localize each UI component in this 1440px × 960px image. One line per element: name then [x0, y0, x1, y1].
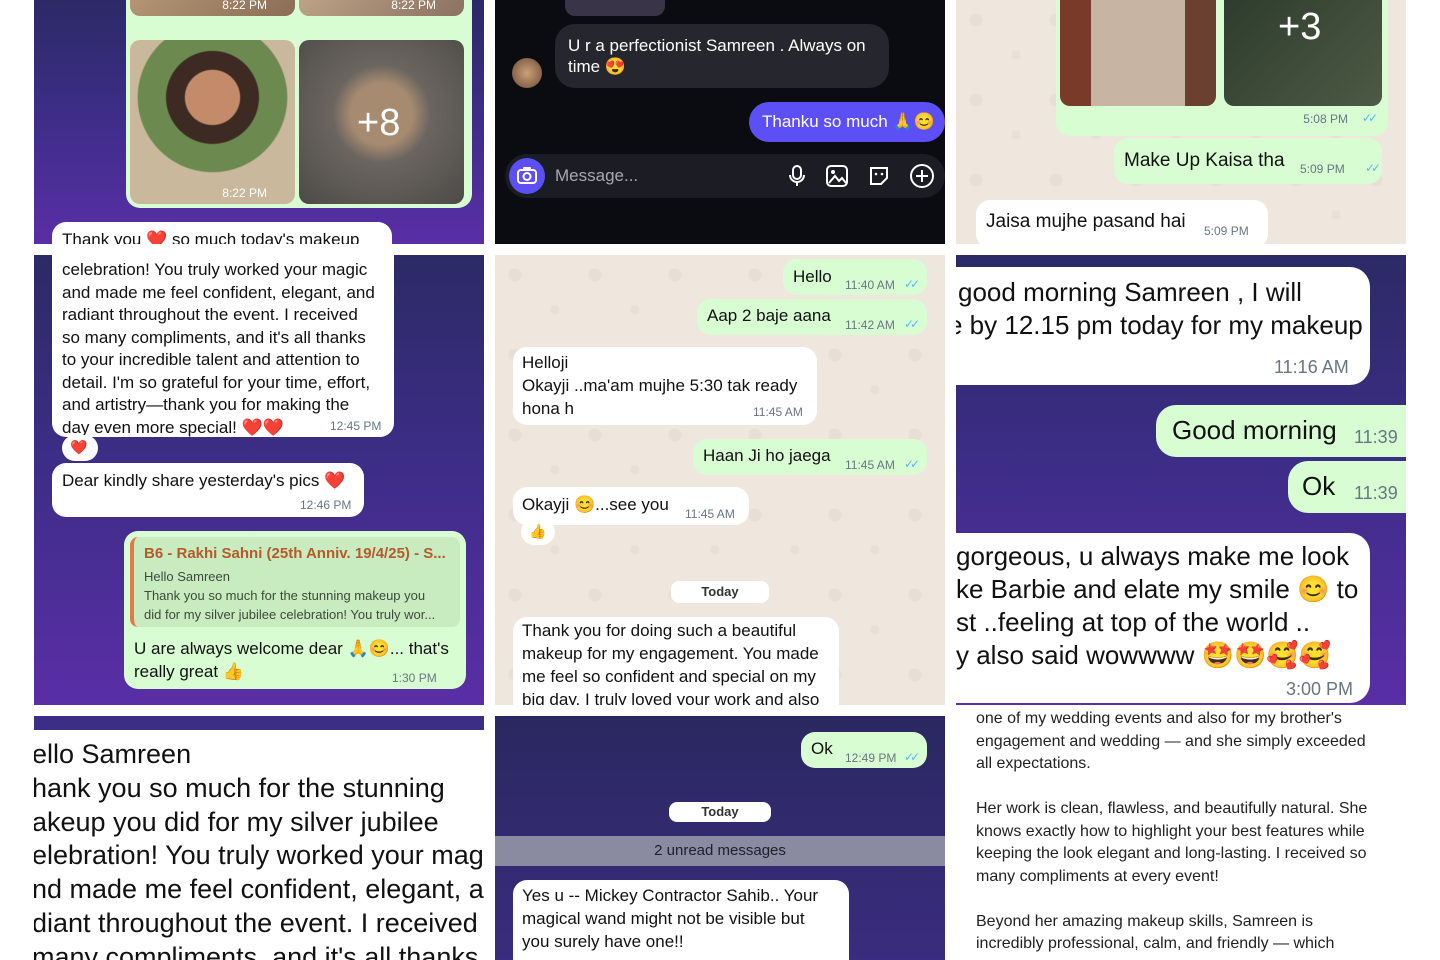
photo-1[interactable]	[1060, 0, 1216, 106]
tile-whatsapp-booking: Hello 11:40 AM ✓✓ Aap 2 baje aana 11:42 …	[495, 255, 945, 705]
tile-review-text: one of my wedding events and also for my…	[956, 706, 1406, 960]
reply-message: B6 - Rakhi Sahni (25th Anniv. 19/4/25) -…	[124, 531, 466, 689]
incoming-message: good morning Samreen , I will e by 12.15…	[956, 267, 1370, 385]
more-photos-count: +3	[1278, 6, 1322, 48]
gallery-icon[interactable]	[825, 164, 849, 188]
incoming-message: U r a perfectionist Samreen . Always on …	[555, 24, 889, 88]
outgoing-message: Hello 11:40 AM ✓✓	[783, 259, 927, 295]
photo-1-time: 8:22 PM	[222, 0, 267, 12]
camera-button[interactable]	[509, 158, 545, 194]
tile-testimonial-chat: celebration! You truly worked your magic…	[34, 255, 484, 705]
message-lines: ello Samreen hank you so much for the st…	[34, 739, 484, 960]
message-composer[interactable]: Message...	[505, 154, 945, 198]
incoming-message: Jaisa mujhe pasand hai 5:09 PM	[976, 200, 1268, 244]
sender-avatar[interactable]	[512, 58, 542, 88]
incoming-message-long: Yes u -- Mickey Contractor Sahib.. Your …	[513, 880, 849, 960]
incoming-message: Dear kindly share yesterday's pics ❤️ 12…	[52, 463, 364, 517]
read-ticks-icon: ✓✓	[904, 457, 920, 471]
tile-instagram-dm: U r a perfectionist Samreen . Always on …	[495, 0, 945, 244]
outgoing-message: Ok 11:39	[1288, 461, 1406, 513]
incoming-message-long: Thank you for doing such a beautiful mak…	[513, 617, 839, 705]
review-paragraphs: one of my wedding events and also for my…	[976, 710, 1368, 952]
photo-album-bubble[interactable]: +3 5:08 PM ✓✓	[1056, 0, 1388, 136]
photo-1[interactable]: 8:22 PM	[130, 0, 295, 16]
more-photos-count: +8	[357, 102, 401, 144]
read-ticks-icon: ✓✓	[1365, 161, 1381, 175]
unread-banner: 2 unread messages	[495, 836, 945, 866]
reaction-badge[interactable]: ❤️	[62, 435, 98, 461]
tile-photo-grid-chat: 8:22 PM 8:22 PM 8:22 PM +8 Thank you ❤️ …	[34, 0, 484, 244]
camera-icon	[517, 167, 537, 184]
more-photos-tile[interactable]: +3	[1224, 0, 1382, 106]
incoming-message: Okayji 😊...see you 11:45 AM	[513, 487, 749, 525]
sticker-icon[interactable]	[867, 164, 891, 188]
tile-whatsapp-photos: +3 5:08 PM ✓✓ Make Up Kaisa tha 5:09 PM …	[956, 0, 1406, 244]
quoted-message[interactable]: B6 - Rakhi Sahni (25th Anniv. 19/4/25) -…	[130, 537, 460, 627]
more-photos-tile[interactable]: +8	[299, 40, 464, 204]
outgoing-message: Ok 12:49 PM ✓✓	[801, 732, 927, 768]
outgoing-message: Thanku so much 🙏😊	[749, 102, 945, 142]
outgoing-message: Good morning 11:39	[1156, 405, 1406, 457]
incoming-message-long: gorgeous, u always make me look ke Barbi…	[956, 533, 1370, 703]
reaction-badge[interactable]: 👍	[521, 519, 555, 545]
outgoing-message: Aap 2 baje aana 11:42 AM ✓✓	[697, 299, 927, 335]
date-separator: Today	[671, 581, 769, 603]
read-ticks-icon: ✓✓	[904, 277, 920, 291]
tile-unread-chat: Ok 12:49 PM ✓✓ Today 2 unread messages Y…	[495, 716, 945, 960]
read-ticks-icon: ✓✓	[904, 317, 920, 331]
header-strip	[34, 716, 484, 730]
photo-3-time: 8:22 PM	[222, 186, 267, 200]
photo-3[interactable]: 8:22 PM	[130, 40, 295, 204]
outgoing-message: Haan Ji ho jaega 11:45 AM ✓✓	[693, 439, 927, 475]
message-partial: Thank you ❤️ so much today's makeup	[52, 222, 392, 244]
shared-photo-partial[interactable]	[565, 0, 665, 16]
message-input[interactable]: Message...	[555, 166, 638, 186]
date-separator: Today	[669, 802, 771, 822]
tile-zoomed-chat: good morning Samreen , I will e by 12.15…	[956, 255, 1406, 705]
photo-2-time: 8:22 PM	[391, 0, 436, 12]
outgoing-message: Make Up Kaisa tha 5:09 PM ✓✓	[1114, 138, 1382, 184]
photo-album-bubble[interactable]: 8:22 PM 8:22 PM 8:22 PM +8	[126, 0, 472, 208]
read-ticks-icon: ✓✓	[1361, 111, 1378, 125]
read-ticks-icon: ✓✓	[904, 750, 920, 764]
photo-2[interactable]: 8:22 PM	[299, 0, 464, 16]
microphone-icon[interactable]	[785, 164, 809, 188]
incoming-message: Helloji Okayji ..ma'am mujhe 5:30 tak re…	[513, 347, 817, 425]
incoming-message-long: celebration! You truly worked your magic…	[52, 255, 394, 437]
message-lines: celebration! You truly worked your magic…	[62, 260, 375, 437]
add-icon[interactable]	[909, 163, 935, 189]
tile-zoomed-message: ello Samreen hank you so much for the st…	[34, 716, 484, 960]
